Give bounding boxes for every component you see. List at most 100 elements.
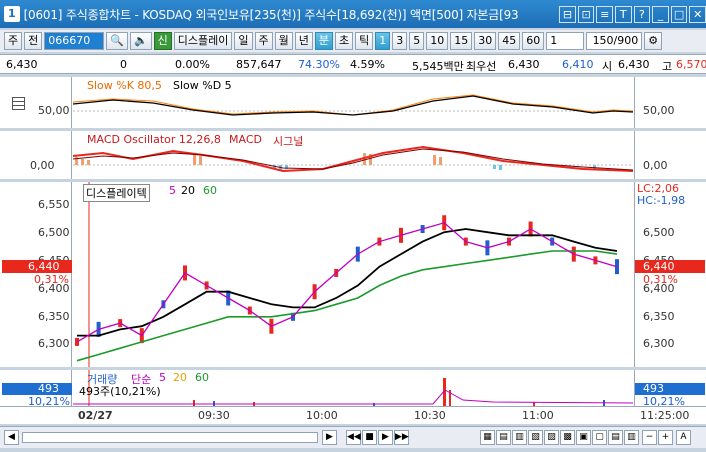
play-icon[interactable]: ▶	[378, 430, 393, 445]
tool-icon[interactable]: ▨	[544, 430, 559, 445]
price-change: 0	[120, 58, 127, 71]
price-tick: 6,300	[643, 337, 675, 350]
close-icon[interactable]: ✕	[689, 5, 706, 23]
settings-icon[interactable]: ⚙	[644, 32, 663, 50]
time-tick: 10:30	[414, 409, 446, 422]
minimize-icon[interactable]: _	[652, 5, 669, 23]
price-tag-right: 6,440	[635, 260, 705, 273]
volume-value: 857,647	[236, 58, 282, 71]
open-value: 6,410	[562, 58, 594, 71]
maximize-icon[interactable]: □	[670, 5, 688, 23]
price-tick: 6,500	[38, 226, 70, 239]
macd-axis-right: 0,00	[643, 159, 668, 172]
fast-forward-icon[interactable]: ▶▶	[394, 430, 409, 445]
macd-panel[interactable]: 0,00 MACD Oscillator 12,26,8 MACD 시그널 0,…	[0, 131, 706, 179]
search-icon[interactable]: 🔍	[106, 32, 128, 50]
status-bar: ◀ ▶ ◀◀ ■ ▶ ▶▶ ▦ ▤ ▥ ▧ ▨ ▩ ▣ ▢ ▤ ▥ − + A	[0, 426, 706, 448]
ratio-1: 74.30%	[298, 58, 340, 71]
interval-5-button[interactable]: 5	[409, 32, 425, 50]
quote-bar: 6,430 0 0.00% 857,647 74.30% 4.59% 5,545…	[0, 54, 706, 74]
current-price: 6,430	[6, 58, 38, 71]
price-chart	[75, 182, 619, 367]
layout-icon[interactable]: ⊟	[559, 5, 576, 23]
period-minute-tab[interactable]: 분	[314, 32, 334, 50]
stoch-axis-left: 50,00	[38, 104, 70, 117]
volume-tag-left: 493	[2, 383, 72, 395]
zoom-out-icon[interactable]: −	[642, 430, 657, 445]
period-day-tab[interactable]: 일	[234, 32, 253, 50]
period-year-tab[interactable]: 년	[294, 32, 313, 50]
volume-current: 493주(10,21%)	[79, 385, 161, 398]
scroll-right-icon[interactable]: ▶	[322, 430, 337, 445]
price-panel[interactable]: 6,550 6,500 6,450 6,400 6,350 6,300 6,44…	[0, 182, 706, 367]
stock-type-button[interactable]: 주	[4, 32, 23, 50]
count-input[interactable]: 150/900	[586, 32, 643, 50]
time-tick: 10:00	[306, 409, 338, 422]
tool-icon[interactable]: ▥	[624, 430, 639, 445]
stoch-k-label: Slow %K 80,5	[87, 79, 162, 92]
tool-icon[interactable]: ▢	[592, 430, 607, 445]
credit-button[interactable]: 신	[153, 32, 172, 50]
period-week-tab[interactable]: 주	[254, 32, 273, 50]
text-icon[interactable]: T	[614, 5, 632, 23]
interval-15-button[interactable]: 15	[450, 32, 473, 50]
amount-value: 5,545백만	[412, 60, 464, 73]
period-month-tab[interactable]: 월	[274, 32, 293, 50]
volume-tag-right: 493	[635, 383, 705, 395]
font-size-icon[interactable]: A	[676, 430, 691, 445]
high-label: 고	[662, 60, 673, 73]
tool-icon[interactable]: ▤	[496, 430, 511, 445]
ma5-line	[76, 222, 618, 343]
interval-60-button[interactable]: 60	[522, 32, 545, 50]
time-tick: 11:00	[522, 409, 554, 422]
tool-icon[interactable]: ▣	[576, 430, 591, 445]
help-icon[interactable]: ?	[633, 5, 651, 23]
toolbar: 주 전 066670 🔍 🔈 신 디스플레이 일 주 월 년 분 초 틱 1 3…	[0, 30, 706, 52]
speaker-icon[interactable]: 🔈	[129, 32, 152, 50]
close-value: 6,570	[676, 58, 706, 71]
tool-icon[interactable]: ▦	[480, 430, 495, 445]
interval-45-button[interactable]: 45	[498, 32, 521, 50]
ma5-label: 5	[169, 184, 176, 197]
stochastic-panel[interactable]: 50,00 Slow %K 80,5 Slow %D 5 50,00	[0, 77, 706, 128]
app-icon: 1	[4, 6, 20, 22]
macd-osc-label: MACD Oscillator 12,26,8	[87, 133, 221, 146]
stock-name-label: 디스플레이텍	[83, 184, 150, 202]
rewind-icon[interactable]: ◀◀	[346, 430, 361, 445]
volume-panel[interactable]: 493 10,21% 거래량 단순 5 20 60 493주(10,21%) 4…	[0, 370, 706, 408]
tool-icon[interactable]: ▩	[560, 430, 575, 445]
open-label: 시	[602, 60, 613, 73]
tool-icon[interactable]: ▧	[528, 430, 543, 445]
volume-ma60-label: 60	[195, 371, 209, 384]
interval-30-button[interactable]: 30	[474, 32, 497, 50]
priority-price: 6,430	[508, 58, 540, 71]
date-label: 02/27	[78, 409, 113, 422]
change-percent: 0.00%	[175, 58, 210, 71]
zoom-in-icon[interactable]: +	[658, 430, 673, 445]
macd-label: MACD	[229, 133, 262, 146]
hc-label: HC:-1,98	[637, 194, 686, 207]
window-icon[interactable]: ⊡	[577, 5, 595, 23]
high-value: 6,430	[618, 58, 650, 71]
tool-icon[interactable]: ▥	[512, 430, 527, 445]
period-second-tab[interactable]: 초	[335, 32, 354, 50]
scrollbar-track[interactable]	[22, 432, 318, 443]
volume-ma20-label: 20	[173, 371, 187, 384]
period-tick-tab[interactable]: 틱	[355, 32, 374, 50]
stop-icon[interactable]: ■	[362, 430, 377, 445]
signal-label: 시그널	[273, 135, 304, 148]
tool-icon[interactable]: ▤	[608, 430, 623, 445]
grid-icon[interactable]	[12, 97, 25, 110]
ma60-label: 60	[203, 184, 217, 197]
market-button[interactable]: 전	[24, 32, 43, 50]
interval-1-button[interactable]: 1	[375, 32, 391, 50]
stock-code-input[interactable]: 066670	[44, 32, 105, 50]
ma20-label: 20	[181, 184, 195, 197]
scroll-left-icon[interactable]: ◀	[4, 430, 19, 445]
interval-10-button[interactable]: 10	[426, 32, 449, 50]
interval-3-button[interactable]: 3	[392, 32, 408, 50]
display-button[interactable]: 디스플레이	[173, 32, 233, 50]
price-pct-right: 0,31%	[643, 273, 678, 286]
list-icon[interactable]: ≡	[596, 5, 613, 23]
period-select[interactable]: 1	[546, 32, 585, 50]
